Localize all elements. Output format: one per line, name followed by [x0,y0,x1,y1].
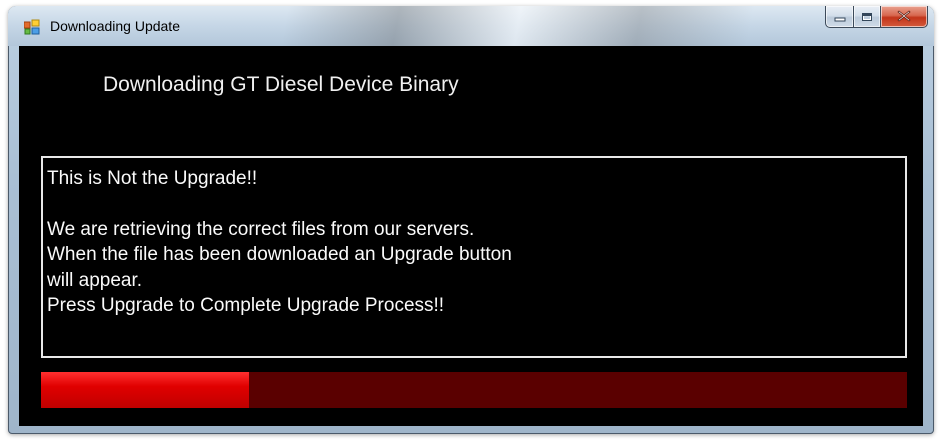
update-window: Downloading Update Downloading GT Diesel… [8,6,934,434]
message-line: When the file has been downloaded an Upg… [47,244,512,265]
message-box: This is Not the Upgrade!! We are retriev… [41,156,907,358]
close-icon [897,7,911,26]
download-progress-bar [41,372,907,408]
download-heading: Downloading GT Diesel Device Binary [103,73,459,96]
client-area: Downloading GT Diesel Device Binary This… [19,46,923,426]
message-line: We are retrieving the correct files from… [47,218,475,240]
message-line: Press Upgrade to Complete Upgrade Proces… [47,295,445,316]
window-title: Downloading Update [50,18,180,34]
maximize-icon [861,7,873,26]
message-line: will appear. [47,269,143,291]
caption-buttons [825,6,928,28]
windows-form-icon [23,19,40,35]
progress-fill [41,372,249,408]
maximize-button[interactable] [854,6,881,28]
message-blank-line [47,192,905,217]
minimize-button[interactable] [825,6,854,28]
close-button[interactable] [881,6,928,28]
title-bar[interactable]: Downloading Update [8,6,934,46]
minimize-icon [834,7,846,26]
message-line: This is Not the Upgrade!! [47,168,258,189]
